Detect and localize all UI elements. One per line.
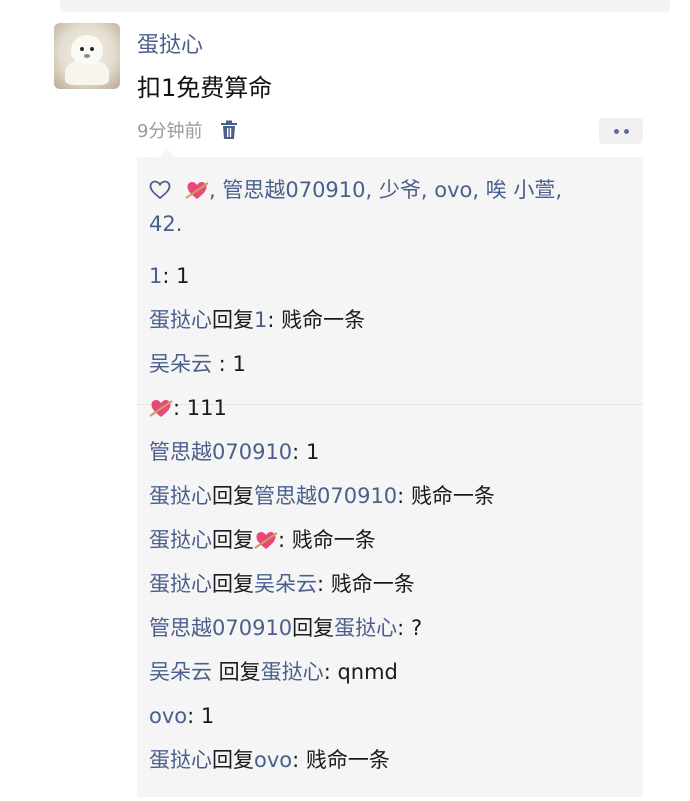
comment-row[interactable]: 蛋挞心回复 : 贱命一条 (149, 525, 376, 555)
comment-text: 1 (176, 264, 190, 288)
comment-author[interactable]: 吴朵云 (149, 660, 212, 684)
comment-row[interactable]: 管思越070910: 1 (149, 437, 319, 467)
comment-text: 贱命一条 (305, 748, 390, 772)
comment-text: 111 (186, 396, 227, 420)
previous-post-edge (0, 0, 690, 16)
heart-with-arrow-emoji[interactable] (185, 179, 209, 201)
heart-with-arrow-emoji[interactable] (149, 397, 173, 419)
comment-text: 贱命一条 (330, 572, 415, 596)
reply-target[interactable]: 1 (254, 308, 267, 332)
comment-text: qnmd (337, 660, 398, 684)
comment-text: 1 (305, 440, 320, 464)
post-text: 扣1免费算命 (137, 74, 273, 102)
likes-names-cont[interactable]: 42. (149, 212, 182, 236)
post-meta: 9分钟前 (137, 116, 238, 144)
more-icon (613, 128, 619, 134)
comment-author[interactable]: 蛋挞心 (149, 308, 212, 332)
comment-row[interactable]: : 111 (149, 393, 227, 423)
reply-target[interactable]: ovo (254, 748, 292, 772)
likes-names[interactable]: , 管思越070910, 少爷, ovo, 唉 小萱, (209, 178, 562, 202)
trash-icon[interactable] (220, 120, 238, 140)
comment-row[interactable]: 吴朵云 : 1 (149, 349, 246, 379)
comment-author[interactable]: 管思越070910 (149, 616, 292, 640)
more-button[interactable] (599, 118, 643, 144)
comment-row[interactable]: 管思越070910回复蛋挞心: ? (149, 613, 422, 643)
comment-row[interactable]: 吴朵云 回复蛋挞心: qnmd (149, 657, 398, 687)
comment-text: 1 (232, 352, 246, 376)
avatar[interactable] (54, 23, 120, 89)
comment-row[interactable]: 1: 1 (149, 261, 190, 291)
reply-target[interactable]: 管思越070910 (254, 484, 397, 508)
comment-text: 贱命一条 (291, 528, 376, 552)
comment-author[interactable]: ovo (149, 704, 187, 728)
likes-comments-panel: , 管思越070910, 少爷, ovo, 唉 小萱, 42. 1: 1 蛋挞心… (137, 149, 643, 797)
heart-outline-icon[interactable] (149, 180, 171, 200)
comment-row[interactable]: 蛋挞心回复1: 贱命一条 (149, 305, 365, 335)
comment-text: 1 (200, 704, 215, 728)
comment-row[interactable]: 蛋挞心回复吴朵云: 贱命一条 (149, 569, 415, 599)
comment-row[interactable]: 蛋挞心回复ovo: 贱命一条 (149, 745, 390, 775)
reply-target[interactable]: 蛋挞心 (261, 660, 324, 684)
reply-target[interactable]: 吴朵云 (254, 572, 317, 596)
comment-author[interactable]: 管思越070910 (149, 440, 292, 464)
comment-text: 贱命一条 (410, 484, 495, 508)
reply-target[interactable]: 蛋挞心 (334, 616, 397, 640)
heart-with-arrow-emoji[interactable] (254, 529, 278, 551)
comment-row[interactable]: ovo: 1 (149, 701, 214, 731)
comment-author[interactable]: 吴朵云 (149, 352, 212, 376)
post-time: 9分钟前 (137, 121, 203, 142)
comment-author[interactable]: 蛋挞心 (149, 572, 212, 596)
comment-text: ? (410, 616, 423, 640)
likes-list: , 管思越070910, 少爷, ovo, 唉 小萱, 42. (149, 173, 629, 241)
comment-text: 贱命一条 (281, 308, 366, 332)
comment-author[interactable]: 蛋挞心 (149, 484, 212, 508)
comment-row[interactable]: 蛋挞心回复管思越070910: 贱命一条 (149, 481, 495, 511)
comment-author[interactable]: 蛋挞心 (149, 528, 212, 552)
post-author[interactable]: 蛋挞心 (137, 27, 203, 59)
comment-author[interactable]: 1 (149, 264, 162, 288)
comment-author[interactable]: 蛋挞心 (149, 748, 212, 772)
